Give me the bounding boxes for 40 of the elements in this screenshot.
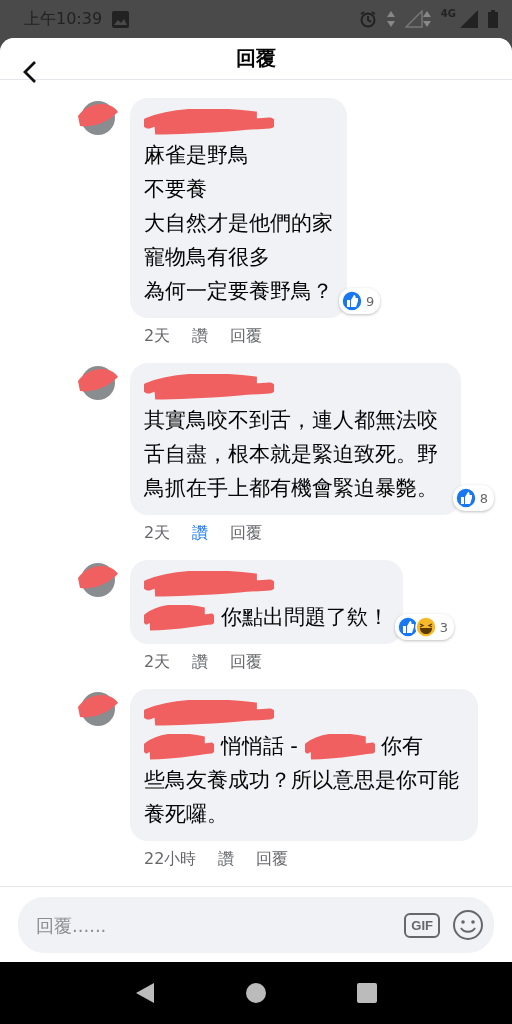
like-button[interactable]: 讚	[192, 326, 209, 347]
emoji-icon[interactable]	[452, 909, 484, 941]
redaction-mark	[144, 734, 214, 760]
comment-text: 麻雀是野鳥	[144, 142, 250, 169]
reply-button[interactable]: 回覆	[230, 523, 263, 544]
reply-field[interactable]: 回覆...... GIF	[18, 897, 494, 953]
gif-button[interactable]: GIF	[404, 912, 440, 938]
comment-text: 悄悄話 -	[220, 734, 298, 758]
back-nav-icon[interactable]	[135, 982, 155, 1004]
data-arrows-icon	[386, 10, 395, 28]
like-button[interactable]: 讚	[218, 849, 235, 870]
comment-text: 你點出問題了欸！	[220, 605, 389, 629]
reply-button[interactable]: 回覆	[256, 849, 289, 870]
comment-text: 你有	[381, 734, 424, 758]
comment-time: 2天	[144, 523, 171, 544]
reaction-badge[interactable]: 9	[339, 288, 381, 314]
reaction-badge[interactable]: 8	[452, 485, 494, 511]
page-title: 回覆	[236, 45, 276, 72]
comment-time: 2天	[144, 326, 171, 347]
reaction-badge[interactable]: 3	[394, 614, 454, 640]
battery-icon	[488, 10, 498, 28]
comment-text: 些鳥友養成功？所以意思是你可能養死囉。	[144, 767, 460, 828]
image-icon	[112, 10, 130, 28]
comment-time: 22小時	[144, 849, 197, 870]
reply-button[interactable]: 回覆	[230, 652, 263, 673]
comment-text: 為何一定要養野鳥？	[144, 278, 333, 305]
comment-text: 大自然才是他們的家	[144, 210, 333, 237]
signal-icon	[460, 10, 478, 28]
home-nav-icon[interactable]	[245, 982, 267, 1004]
reply-button[interactable]: 回覆	[230, 326, 263, 347]
comment-text: 其實鳥咬不到舌，連人都無法咬舌自盡，根本就是緊迫致死。野鳥抓在手上都有機會緊迫暴斃。	[144, 407, 439, 502]
comment-text: 寵物鳥有很多	[144, 244, 271, 271]
comment-time: 2天	[144, 652, 171, 673]
like-button[interactable]: 讚	[192, 652, 209, 673]
signal-icon	[404, 10, 431, 28]
alarm-icon	[358, 10, 377, 28]
comment-text: 不要養	[144, 176, 208, 203]
redaction-mark	[304, 734, 375, 760]
redaction-mark	[144, 605, 214, 631]
like-button[interactable]: 讚	[192, 523, 209, 544]
